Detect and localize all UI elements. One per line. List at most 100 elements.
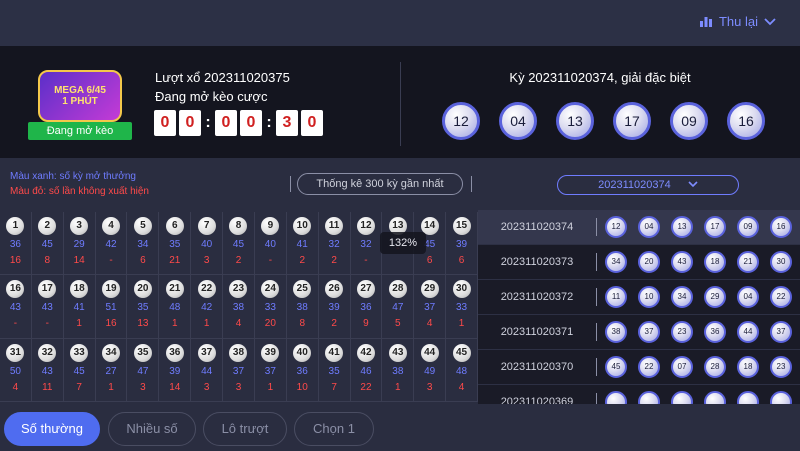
draw-count: 35 bbox=[137, 302, 149, 314]
countdown-digit: 0 bbox=[215, 110, 237, 136]
number-cell[interactable]: 39 37 1 bbox=[254, 338, 287, 402]
miss-count: 4 bbox=[235, 318, 242, 330]
number-cell[interactable]: 29 37 4 bbox=[414, 275, 447, 339]
number-cell[interactable]: 2 45 8 bbox=[31, 212, 64, 276]
number-ball: 36 bbox=[165, 343, 184, 362]
history-balls: 45 22 07 28 18 23 bbox=[605, 356, 792, 378]
draw-count: 47 bbox=[392, 302, 404, 314]
draw-count: 29 bbox=[73, 239, 85, 250]
number-cell[interactable]: 16 43 - bbox=[0, 275, 32, 339]
number-cell[interactable]: 19 51 16 bbox=[95, 275, 128, 339]
number-cell[interactable]: 21 48 1 bbox=[159, 275, 192, 339]
number-cell[interactable]: 32 43 11 bbox=[31, 338, 64, 402]
tab-lo-truot[interactable]: Lô trượt bbox=[203, 412, 287, 446]
number-cell[interactable]: 9 40 - bbox=[254, 212, 287, 276]
number-cell[interactable]: 35 47 3 bbox=[127, 338, 160, 402]
draw-count: 38 bbox=[232, 302, 245, 314]
draw-count: 40 bbox=[264, 239, 276, 250]
number-ball: 6 bbox=[165, 217, 184, 235]
number-cell[interactable]: 31 50 4 bbox=[0, 338, 32, 402]
number-ball: 24 bbox=[261, 280, 280, 299]
number-ball: 9 bbox=[261, 217, 280, 235]
period-select[interactable]: 202311020374 bbox=[557, 175, 739, 195]
history-ball: 34 bbox=[605, 251, 627, 273]
number-cell[interactable]: 33 45 7 bbox=[63, 338, 96, 402]
history-row[interactable]: 202311020373 34 20 43 18 21 30 bbox=[478, 245, 800, 280]
miss-count: 3 bbox=[203, 381, 210, 393]
countdown-digit: 0 bbox=[179, 110, 201, 136]
number-cell[interactable]: 4 42 - bbox=[95, 212, 128, 276]
tab-nhieu-so[interactable]: Nhiều số bbox=[108, 412, 196, 446]
number-cell[interactable]: 28 47 5 bbox=[382, 275, 415, 339]
number-cell[interactable]: 26 39 2 bbox=[318, 275, 351, 339]
draw-count: 37 bbox=[264, 365, 276, 377]
history-ball: 22 bbox=[638, 356, 660, 378]
number-cell[interactable]: 40 36 10 bbox=[286, 338, 319, 402]
history-row[interactable]: 202311020374 12 04 13 17 09 16 bbox=[478, 210, 800, 245]
number-cell[interactable]: 44 49 3 bbox=[414, 338, 447, 402]
number-cell[interactable]: 10 41 2 bbox=[286, 212, 319, 276]
collapse-button[interactable]: Thu lại bbox=[699, 14, 776, 29]
number-cell[interactable]: 5 34 6 bbox=[127, 212, 160, 276]
stats-300-button[interactable]: Thống kê 300 kỳ gần nhất bbox=[297, 173, 463, 195]
number-cell[interactable]: 24 33 20 bbox=[254, 275, 287, 339]
result-ball: 12 bbox=[442, 102, 480, 140]
number-ball: 7 bbox=[197, 217, 216, 235]
number-cell[interactable]: 20 35 13 bbox=[127, 275, 160, 339]
number-ball: 15 bbox=[452, 217, 471, 235]
number-cell[interactable]: 25 38 8 bbox=[286, 275, 319, 339]
number-cell[interactable]: 42 46 22 bbox=[350, 338, 383, 402]
stats-right-bar bbox=[471, 176, 472, 192]
number-cell[interactable]: 12 32 - bbox=[350, 212, 383, 276]
number-cell[interactable]: 45 48 4 bbox=[446, 338, 478, 402]
history-row[interactable]: 202311020372 11 10 34 29 04 22 bbox=[478, 280, 800, 315]
number-ball: 39 bbox=[261, 343, 280, 362]
history-ball: 18 bbox=[737, 356, 759, 378]
number-cell[interactable]: 36 39 14 bbox=[159, 338, 192, 402]
number-cell[interactable]: 22 42 1 bbox=[191, 275, 224, 339]
history-balls: 38 37 23 36 44 37 bbox=[605, 321, 792, 343]
draw-count: 35 bbox=[328, 365, 340, 377]
miss-count: 1 bbox=[171, 318, 178, 330]
history-period: 202311020373 bbox=[500, 256, 574, 268]
miss-count: 7 bbox=[331, 381, 337, 393]
number-cell[interactable]: 30 33 1 bbox=[446, 275, 478, 339]
number-cell[interactable]: 17 43 - bbox=[31, 275, 64, 339]
number-ball: 11 bbox=[325, 217, 344, 235]
number-cell[interactable]: 37 44 3 bbox=[191, 338, 224, 402]
miss-count: 3 bbox=[140, 381, 146, 393]
history-list: 202311020374 12 04 13 17 09 16 202311020373 34 20… bbox=[478, 210, 800, 404]
number-cell[interactable]: 8 45 2 bbox=[223, 212, 255, 276]
number-ball: 18 bbox=[70, 280, 89, 299]
miss-count: 1 bbox=[108, 381, 114, 393]
miss-count: 5 bbox=[395, 318, 401, 330]
number-ball: 16 bbox=[6, 280, 25, 299]
number-cell[interactable]: 3 29 14 bbox=[63, 212, 96, 276]
history-ball bbox=[737, 391, 759, 404]
stats-left-bar bbox=[290, 176, 291, 192]
draw-count: 35 bbox=[169, 239, 181, 250]
history-period: 202311020372 bbox=[500, 291, 574, 303]
logo-status-badge: Đang mở kèo bbox=[28, 122, 132, 140]
number-cell[interactable]: 23 38 4 bbox=[223, 275, 255, 339]
history-row[interactable]: 202311020370 45 22 07 28 18 23 bbox=[478, 350, 800, 385]
number-cell[interactable]: 7 40 3 bbox=[191, 212, 224, 276]
number-cell[interactable]: 34 27 1 bbox=[95, 338, 128, 402]
number-cell[interactable]: 41 35 7 bbox=[318, 338, 351, 402]
number-cell[interactable]: 43 38 1 bbox=[382, 338, 415, 402]
number-cell[interactable]: 6 35 21 bbox=[159, 212, 192, 276]
period-select-value: 202311020374 bbox=[598, 179, 671, 191]
number-cell[interactable]: 11 32 2 bbox=[318, 212, 351, 276]
tab-chon-1[interactable]: Chọn 1 bbox=[294, 412, 374, 446]
number-cell[interactable]: 27 36 9 bbox=[350, 275, 383, 339]
number-cell[interactable]: 38 37 3 bbox=[223, 338, 255, 402]
number-cell[interactable]: 1 36 16 bbox=[0, 212, 32, 276]
history-row[interactable]: 202311020369 bbox=[478, 385, 800, 404]
number-cell[interactable]: 15 39 6 bbox=[446, 212, 478, 276]
history-ball: 37 bbox=[770, 321, 792, 343]
history-row[interactable]: 202311020371 38 37 23 36 44 37 bbox=[478, 315, 800, 350]
draw-count: 51 bbox=[105, 302, 117, 314]
tab-so-thuong[interactable]: Số thường bbox=[4, 412, 100, 446]
number-ball: 1 bbox=[6, 217, 25, 235]
number-cell[interactable]: 18 41 1 bbox=[63, 275, 96, 339]
